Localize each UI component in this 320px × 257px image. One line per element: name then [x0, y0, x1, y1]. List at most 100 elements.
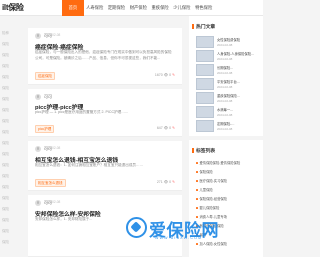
site-logo[interactable]: ilt保险 [2, 2, 24, 13]
nav-critical[interactable]: 重疾保险 [149, 0, 171, 16]
comment-icon: ✎ [172, 126, 175, 130]
article-thumbnail[interactable] [196, 36, 214, 48]
watermark-url: WWW.AIBXW.COM [155, 236, 203, 240]
article-summary: 癌症保险，与一般保险出入的是他，癌症保险专门在现实中做到可以负担高风险的保险公司… [35, 50, 172, 60]
nav-children[interactable]: 少儿保险 [171, 0, 193, 16]
article-card[interactable]: 可可 2024-02-08 癌症保险-癌症保险 癌症保险，与一般保险出入的是他，… [28, 28, 182, 85]
hot-article[interactable]: 长期保险… 2024-02-08 [196, 64, 260, 77]
nav-property[interactable]: 财产保险 [127, 0, 149, 16]
sidebar-item[interactable]: 保险 [0, 193, 22, 204]
nav-home[interactable]: 首页 [62, 0, 84, 16]
sidebar-item[interactable]: 保险 [0, 50, 22, 61]
article-thumbnail[interactable] [196, 78, 214, 90]
sidebar-item[interactable]: 保险 [0, 160, 22, 171]
hot-article[interactable]: 重疾保险保险… 2024-02-08 [196, 92, 260, 105]
sidebar-item[interactable]: 保险 [0, 215, 22, 226]
eye-icon: 👁 [163, 180, 169, 184]
hot-article-title[interactable]: 重疾保险保险… [217, 93, 260, 98]
hot-article-date: 2024-02-08 [217, 71, 233, 75]
sidebar-item[interactable]: 保险 [0, 171, 22, 182]
article-stats: 647 👁 0 ✎ [157, 126, 175, 130]
sidebar-item[interactable]: 保险 [0, 226, 22, 237]
sidebar-item[interactable]: 保险 [0, 204, 22, 215]
tag-link[interactable]: 婴儿保险保险 [196, 205, 260, 211]
tag-link[interactable]: 儿童保险 [196, 187, 260, 193]
card-footer: picc护理 647 👁 0 ✎ [35, 125, 175, 133]
view-count: 647 [156, 126, 163, 130]
hot-article[interactable]: 定期保险-… 2024-02-08 [196, 120, 260, 133]
panel-title: 标签列表 [191, 147, 216, 154]
article-card[interactable]: 可可 2024-02-08 相互宝怎么退钱-相互宝怎么退钱 相互宝怎么退钱：1.… [28, 141, 182, 191]
avatar [35, 146, 41, 152]
article-stats: 1670 👁 0 ✎ [155, 73, 175, 77]
left-sidebar: 险种 保险 保险 保险 保险 保险 保险 保险 保险 保险 保险 保险 保险 保… [0, 16, 22, 257]
nav-term[interactable]: 定期保险 [106, 0, 128, 16]
tag-link[interactable]: 加人保险-女性保险 [196, 241, 260, 247]
sidebar-item[interactable]: 保险 [0, 39, 22, 50]
article-tag[interactable]: 癌症保险 [35, 72, 55, 80]
sidebar-item[interactable]: 保险 [0, 94, 22, 105]
sidebar-item[interactable]: 保险 [0, 105, 22, 116]
author-name[interactable]: 可可 [44, 94, 52, 100]
post-time: 2024-02-08 [44, 200, 61, 204]
hot-article-title[interactable]: 水滴筹一… [217, 107, 260, 112]
article-thumbnail[interactable] [196, 106, 214, 118]
hot-article-title[interactable]: 人身保险-人身保险保险… [217, 51, 260, 56]
comment-icon: ✎ [172, 73, 175, 77]
sidebar-item[interactable]: 保险 [0, 83, 22, 94]
panel-title: 热门文章 [191, 23, 216, 30]
card-footer: 癌症保险 1670 👁 0 ✎ [35, 72, 175, 80]
watermark-logo-icon [126, 217, 147, 238]
hot-article-title[interactable]: 定期保险-… [217, 121, 260, 126]
sidebar-item[interactable]: 保险 [0, 116, 22, 127]
article-summary: 相互宝怎么退钱：1. 如何注销相互宝账户？相互宝只能退出成员…… [35, 163, 144, 167]
article-tag[interactable]: 相互宝怎么退钱 [35, 179, 66, 187]
sidebar-item[interactable]: 保险 [0, 138, 22, 149]
tag-link[interactable]: 医疗保险-实习保险 [196, 178, 260, 184]
hot-article-date: 2024-02-08 [217, 127, 233, 131]
comment-count: 0 [169, 73, 172, 77]
avatar [35, 94, 41, 100]
article-thumbnail[interactable] [196, 64, 214, 76]
sidebar-item[interactable]: 保险 [0, 127, 22, 138]
tag-link[interactable]: 爱情保险保险-爱情保险保险 [196, 160, 260, 166]
article-thumbnail[interactable] [196, 120, 214, 132]
top-navbar: ilt保险 首页 人寿保险 定期保险 财产保险 重疾保险 少儿保险 特色保险 [0, 0, 263, 16]
sidebar-item[interactable]: 保险 [0, 237, 22, 248]
hot-article-title[interactable]: 长期保险… [217, 65, 260, 70]
post-time: 2024-02-08 [44, 146, 61, 150]
article-thumbnail[interactable] [196, 50, 214, 62]
hot-article-date: 2024-02-08 [217, 99, 233, 103]
eye-icon: 👁 [163, 73, 169, 77]
card-footer: 相互宝怎么退钱 271 👁 0 ✎ [35, 179, 175, 187]
comment-count: 0 [169, 180, 172, 184]
hot-article[interactable]: 女性保险费保险 2024-02-08 [196, 36, 260, 49]
watermark: 爱保险网 WWW.AIBXW.COM [122, 216, 260, 240]
sidebar-item[interactable]: 保险 [0, 61, 22, 72]
sidebar-item[interactable]: 险种 [0, 16, 22, 39]
tag-link[interactable]: 保险保险-经营保险 [196, 196, 260, 202]
article-card[interactable]: 可可 picc护理-picc护理 picc护理 — 1. picc是医疗用途的置… [28, 89, 182, 137]
article-thumbnail[interactable] [196, 92, 214, 104]
main-nav: 首页 人寿保险 定期保险 财产保险 重疾保险 少儿保险 特色保险 [62, 0, 215, 16]
comment-icon: ✎ [172, 180, 175, 184]
post-time: 2024-02-08 [44, 33, 61, 37]
tag-link[interactable]: 保险保险 [196, 169, 260, 175]
sidebar-item[interactable]: 保险 [0, 182, 22, 193]
article-tag[interactable]: picc护理 [35, 125, 55, 133]
avatar [35, 200, 41, 206]
hot-article-date: 2024-02-08 [217, 57, 233, 61]
sidebar-item[interactable]: 保险 [0, 72, 22, 83]
hot-articles-panel: 热门文章 女性保险费保险 2024-02-08 人身保险-人身保险保险… 202… [189, 16, 263, 136]
article-stats: 271 👁 0 ✎ [157, 180, 175, 184]
view-count: 1670 [154, 73, 163, 77]
hot-article-title[interactable]: 平安保险平台… [217, 79, 260, 84]
hot-article-title[interactable]: 女性保险费保险 [217, 37, 260, 42]
hot-article[interactable]: 水滴筹一… 2024-02-08 [196, 106, 260, 119]
hot-article[interactable]: 人身保险-人身保险保险… 2024-02-08 [196, 50, 260, 63]
nav-special[interactable]: 特色保险 [193, 0, 215, 16]
nav-life[interactable]: 人寿保险 [84, 0, 106, 16]
eye-icon: 👁 [163, 126, 169, 130]
sidebar-item[interactable]: 保险 [0, 149, 22, 160]
hot-article[interactable]: 平安保险平台… 2024-02-08 [196, 78, 260, 91]
